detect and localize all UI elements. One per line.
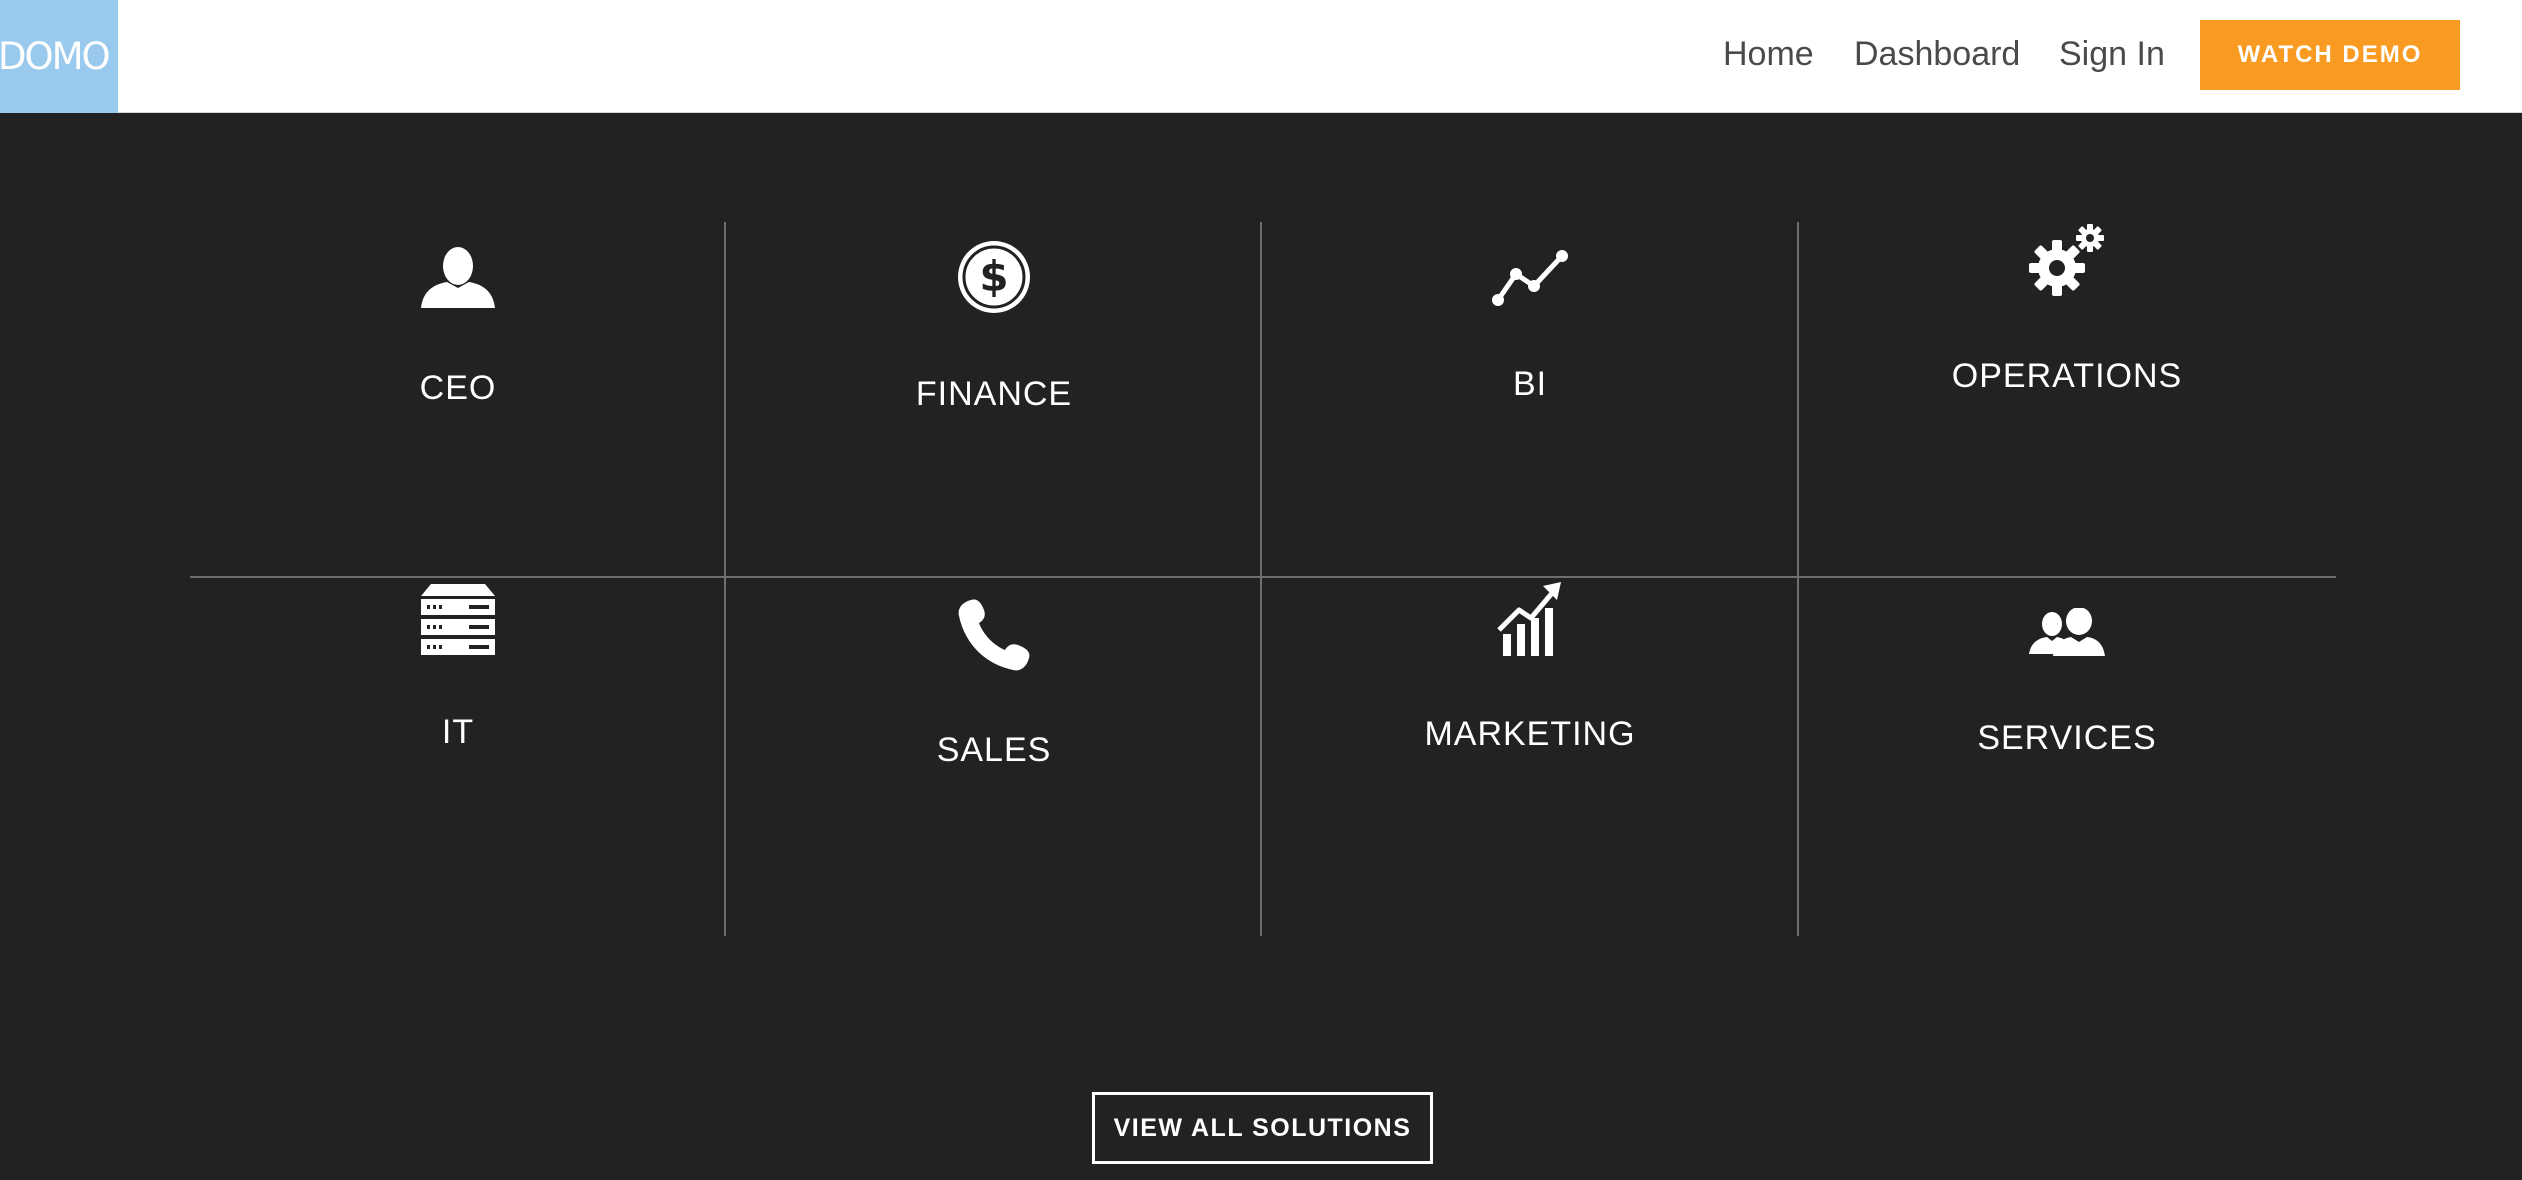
dollar-coin-icon: $ xyxy=(726,240,1262,314)
growth-chart-icon xyxy=(1262,582,1798,656)
users-icon xyxy=(1799,608,2335,656)
phone-icon xyxy=(726,598,1262,672)
solution-finance[interactable]: $ FINANCE xyxy=(726,222,1262,576)
domo-logo[interactable]: DOMO xyxy=(0,0,118,113)
nav-home-link[interactable]: Home xyxy=(1723,30,1814,78)
solution-label: CEO xyxy=(419,369,497,407)
line-graph-icon xyxy=(1262,248,1798,306)
site-header: DOMO Home Dashboard Sign In WATCH DEMO xyxy=(0,0,2522,113)
solution-bi[interactable]: BI xyxy=(1262,222,1798,576)
nav-sign-in-link[interactable]: Sign In xyxy=(2059,30,2165,78)
solution-it[interactable]: IT xyxy=(190,578,726,936)
svg-text:$: $ xyxy=(979,252,1008,301)
solution-label: SERVICES xyxy=(1977,719,2157,757)
user-icon xyxy=(190,246,726,308)
solution-ceo[interactable]: CEO xyxy=(190,222,726,576)
server-icon xyxy=(190,584,726,658)
gears-icon xyxy=(1799,224,2335,298)
solution-sales[interactable]: SALES xyxy=(726,578,1262,936)
solution-label: SALES xyxy=(936,731,1052,769)
solution-marketing[interactable]: MARKETING xyxy=(1262,578,1798,936)
solution-label: BI xyxy=(1512,365,1548,403)
solution-label: FINANCE xyxy=(915,375,1073,413)
view-all-solutions-button[interactable]: VIEW ALL SOLUTIONS xyxy=(1092,1092,1433,1164)
nav-dashboard-link[interactable]: Dashboard xyxy=(1854,30,2020,78)
solution-services[interactable]: SERVICES xyxy=(1799,578,2335,936)
solution-label: IT xyxy=(441,713,475,751)
solution-label: MARKETING xyxy=(1424,715,1636,753)
logo-text: DOMO xyxy=(0,35,111,78)
solutions-grid: CEO $ FINANCE BI OPERATIONS IT SALES MAR… xyxy=(190,222,2336,936)
solution-label: OPERATIONS xyxy=(1951,357,2183,395)
watch-demo-button[interactable]: WATCH DEMO xyxy=(2200,20,2460,90)
solution-operations[interactable]: OPERATIONS xyxy=(1799,222,2335,576)
